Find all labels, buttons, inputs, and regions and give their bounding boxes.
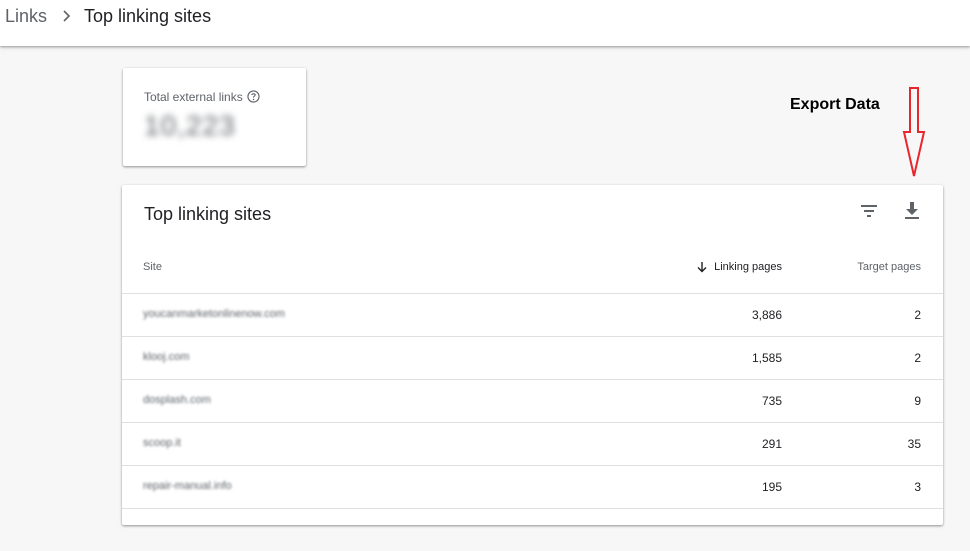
breadcrumb-links-link[interactable]: Links [5, 6, 47, 27]
target-pages-cell: 9 [914, 394, 921, 408]
stat-label: Total external links [144, 90, 243, 104]
chevron-right-icon [63, 10, 71, 22]
linking-pages-cell: 1,585 [751, 351, 782, 365]
download-icon[interactable] [902, 200, 922, 222]
linking-pages-cell: 195 [761, 480, 782, 494]
table-body: youcanmarketonlinenow.com 3,886 2 klooj.… [122, 293, 943, 551]
table-row[interactable]: dosplash.com 735 9 [122, 379, 943, 422]
table-row[interactable]: scoop.it 291 35 [122, 422, 943, 465]
linking-pages-cell: 3,886 [751, 308, 782, 322]
arrow-down-icon [697, 262, 707, 273]
table-title: Top linking sites [144, 204, 272, 224]
filter-icon[interactable] [859, 201, 879, 221]
linking-pages-cell: 735 [761, 394, 782, 408]
top-bar: Links Top linking sites [0, 0, 970, 46]
target-pages-cell: 35 [907, 437, 921, 451]
export-data-annotation: Export Data [790, 96, 880, 113]
target-pages-cell: 2 [914, 308, 921, 322]
site-cell: repair-manual.info [143, 480, 232, 492]
table-row[interactable]: klooj.com 1,585 2 [122, 336, 943, 379]
page-title: Top linking sites [84, 6, 212, 26]
site-cell: dosplash.com [143, 394, 211, 406]
total-external-links-card: Total external links 10,223 [123, 68, 306, 166]
help-icon[interactable] [247, 90, 260, 103]
top-linking-sites-table: Top linking sites Site Linking pages Tar… [122, 185, 943, 525]
site-cell: klooj.com [143, 351, 190, 363]
table-row[interactable]: youcanmarketonlinenow.com 3,886 2 [122, 293, 943, 336]
red-arrow-annotation [902, 87, 926, 177]
column-header-linking-pages[interactable]: Linking pages [696, 261, 782, 273]
linking-pages-cell: 291 [761, 437, 782, 451]
target-pages-cell: 3 [914, 480, 921, 494]
column-header-target-pages[interactable]: Target pages [857, 261, 921, 273]
site-cell: youcanmarketonlinenow.com [143, 308, 285, 320]
table-row[interactable]: repair-manual.info 195 3 [122, 465, 943, 508]
target-pages-cell: 2 [914, 351, 921, 365]
stat-value: 10,223 [144, 110, 236, 141]
column-header-linking-label: Linking pages [714, 261, 782, 273]
column-header-site[interactable]: Site [143, 261, 162, 273]
site-cell: scoop.it [143, 437, 181, 449]
table-row [122, 508, 943, 551]
